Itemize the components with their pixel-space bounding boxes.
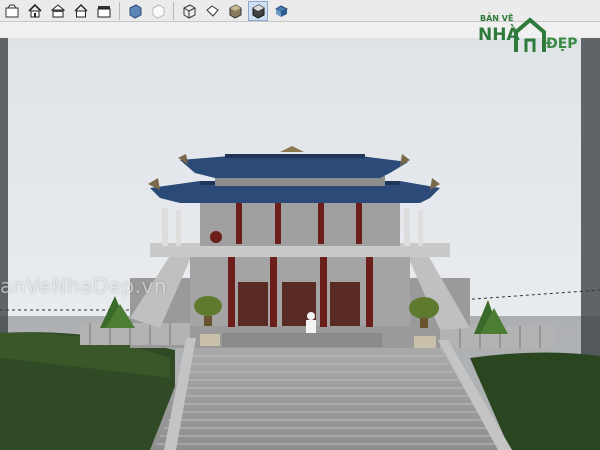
round-window bbox=[210, 231, 222, 243]
watermark-overlay-text: anVeNhaDep.vn bbox=[0, 274, 168, 298]
front-view-icon[interactable] bbox=[71, 1, 91, 21]
toolbar-separator bbox=[119, 1, 120, 20]
upper-floor-wall bbox=[200, 198, 400, 246]
camera-icon[interactable] bbox=[2, 1, 22, 21]
upper-roof-ridge bbox=[225, 154, 365, 158]
watermark-logo-left: NHÀ bbox=[478, 25, 520, 45]
xray-style-icon[interactable] bbox=[125, 1, 145, 21]
ground-doors bbox=[238, 282, 360, 326]
style-extra-icon[interactable] bbox=[271, 1, 291, 21]
wireframe-style-icon[interactable] bbox=[148, 1, 168, 21]
main-staircase bbox=[150, 348, 500, 450]
watermark-top-line: BẢN VẼ bbox=[480, 14, 514, 23]
left-balustrade bbox=[80, 323, 190, 345]
upper-landing bbox=[222, 333, 382, 347]
shaded-style-icon[interactable] bbox=[202, 1, 222, 21]
hidden-line-style-icon[interactable] bbox=[179, 1, 199, 21]
watermark-logo: BẢN VẼ NHÀ ĐẸP bbox=[478, 12, 590, 64]
watermark-logo-right: ĐẸP bbox=[546, 36, 578, 52]
top-view-icon[interactable] bbox=[48, 1, 68, 21]
home-icon[interactable] bbox=[25, 1, 45, 21]
toolbar-separator bbox=[173, 1, 174, 20]
monochrome-style-icon[interactable] bbox=[248, 0, 268, 21]
upper-roof bbox=[180, 156, 408, 178]
right-view-icon[interactable] bbox=[94, 1, 114, 21]
shaded-texture-style-icon[interactable] bbox=[225, 1, 245, 21]
temple-scene bbox=[0, 38, 600, 450]
model-viewport[interactable]: anVeNhaDep.vn bbox=[0, 38, 600, 450]
